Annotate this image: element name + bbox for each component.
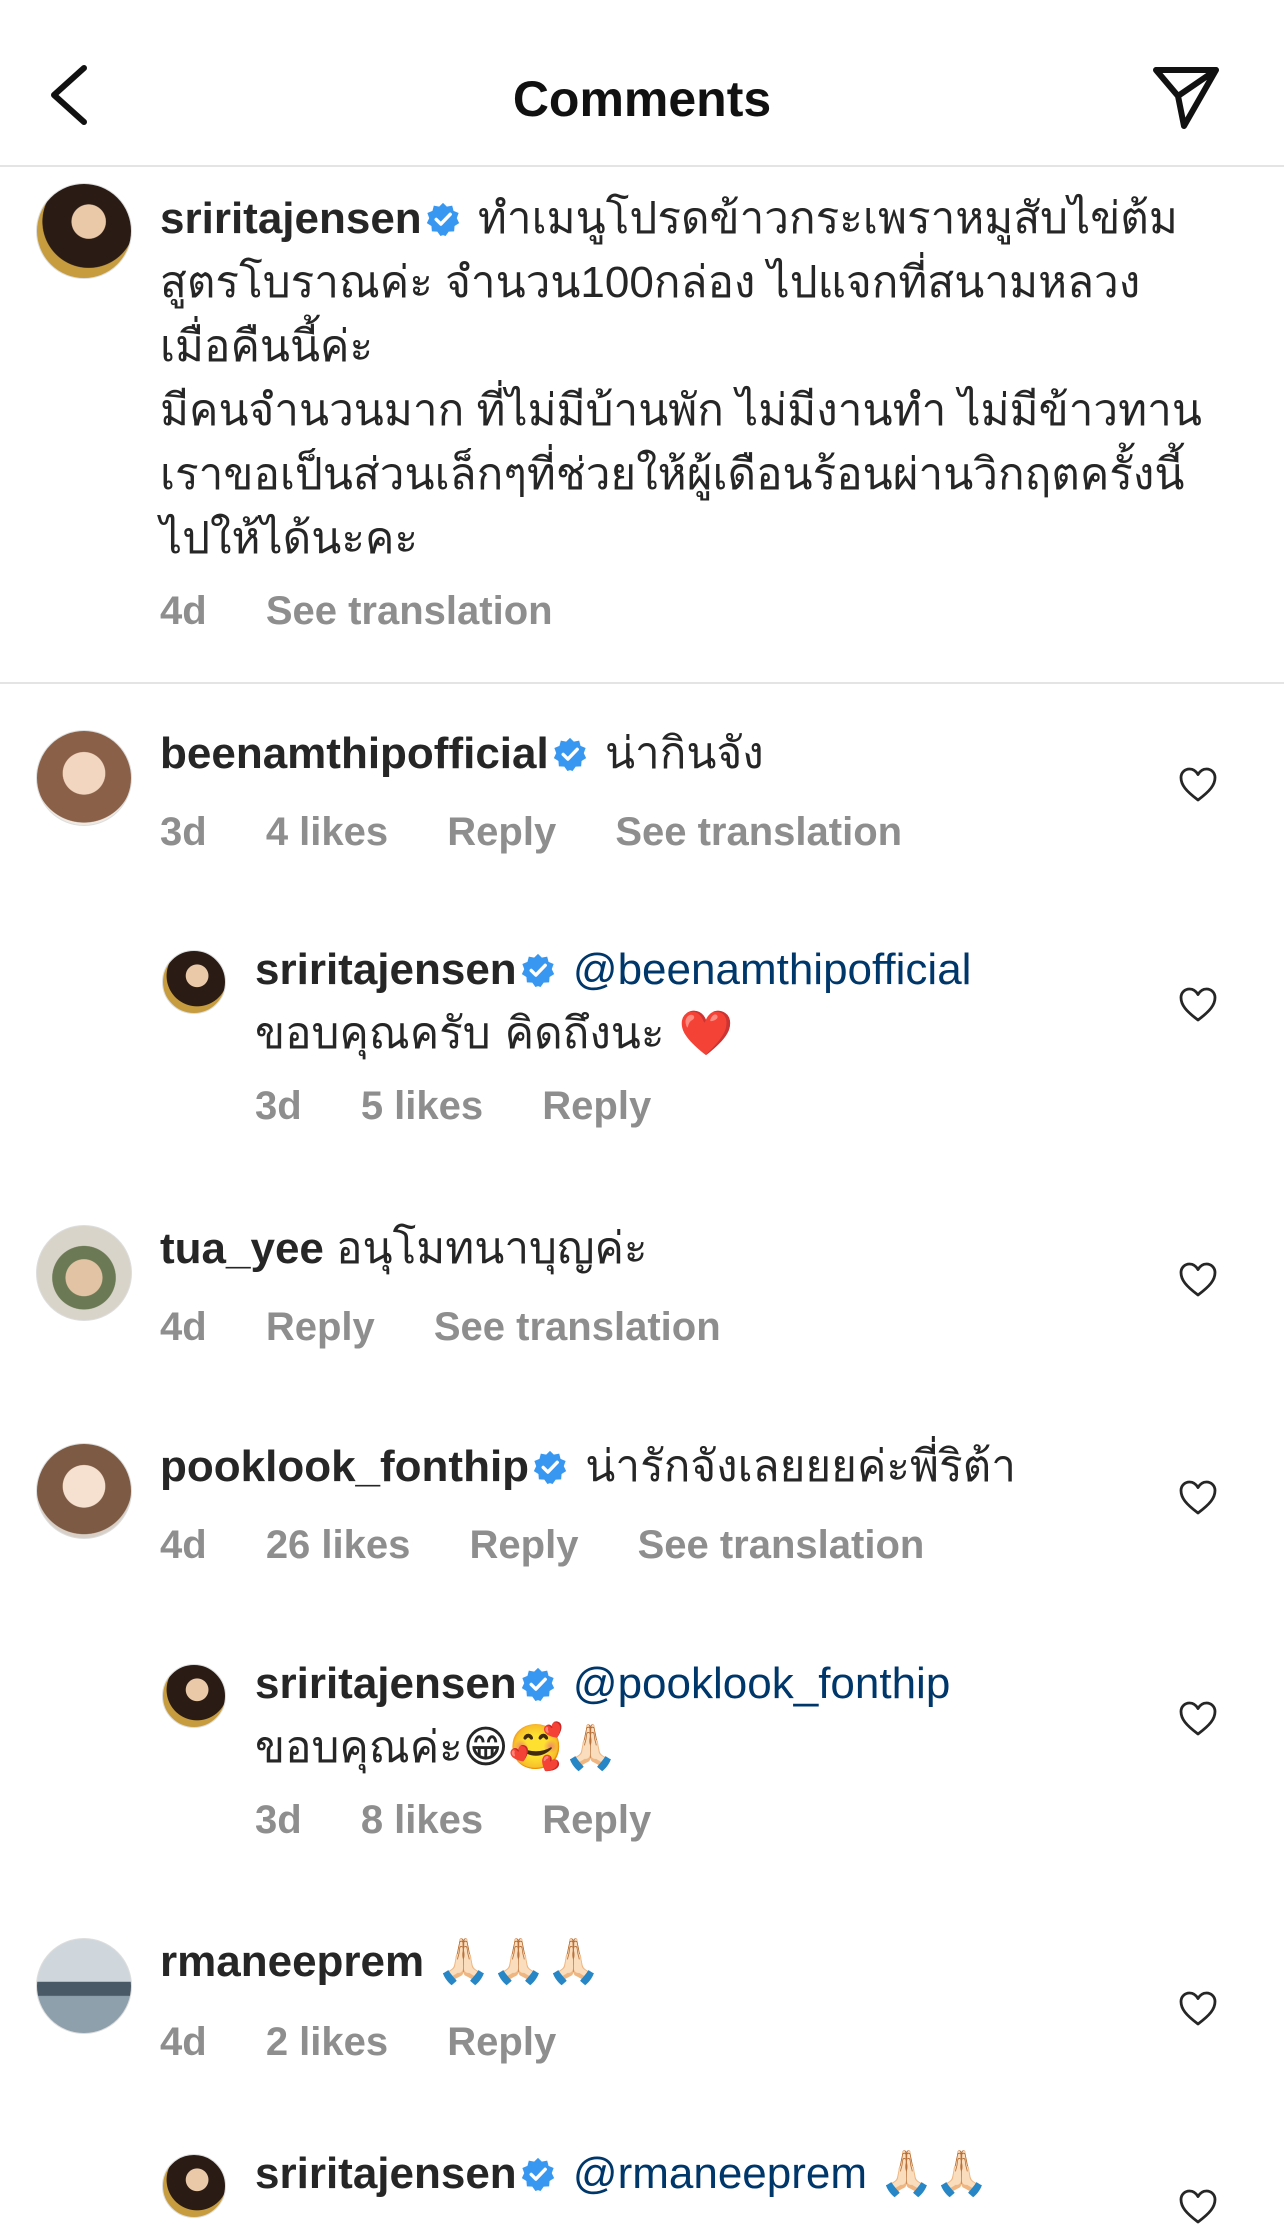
comment-username[interactable]: sriritajensen [255,945,517,994]
likes-count[interactable]: 4 likes [266,810,388,854]
comment-meta: 3d 4 likes Reply See translation [160,810,950,855]
comment-text: pooklook_fonthip น่ารักจังเลยยยค่ะพี่ริต… [160,1435,1180,1499]
post-caption: sriritajensen ทำเมนูโปรดข้าวกระเพราหมูสั… [0,169,1284,684]
see-translation-link[interactable]: See translation [615,810,902,854]
timestamp: 3d [255,1798,302,1842]
comment-text: sriritajensen @pooklook_fonthip ขอบคุณค่… [255,1652,1175,1780]
comment-meta: 3d 5 likes Reply [255,1084,699,1129]
reply-button[interactable]: Reply [266,1305,375,1349]
comment-username[interactable]: sriritajensen [255,2149,517,2198]
heart-outline-icon[interactable] [1178,766,1218,804]
caption-text-block: sriritajensen ทำเมนูโปรดข้าวกระเพราหมูสั… [160,187,1230,571]
comment-text: sriritajensen @rmaneeprem 🙏🏻🙏🏻 [255,2142,1175,2206]
comment-text: sriritajensen @beenamthipofficial ขอบคุณ… [255,938,1175,1066]
heart-outline-icon[interactable] [1178,986,1218,1024]
timestamp: 3d [255,1084,302,1128]
verified-badge-icon [553,737,587,771]
comment-message: ขอบคุณครับ คิดถึงนะ ❤️ [255,1008,734,1059]
likes-count[interactable]: 5 likes [361,1084,483,1128]
paper-plane-icon [1153,67,1219,129]
avatar[interactable] [162,2154,226,2218]
heart-outline-icon[interactable] [1178,1479,1218,1517]
likes-count[interactable]: 2 likes [266,2020,388,2064]
comment-text: tua_yee อนุโมทนาบุญค่ะ [160,1217,1180,1281]
heart-outline-icon[interactable] [1178,1261,1218,1299]
comment-text: rmaneeprem 🙏🏻🙏🏻🙏🏻 [160,1930,1180,1994]
caption-username[interactable]: sriritajensen [160,194,422,243]
reply-button[interactable]: Reply [447,2020,556,2064]
top-nav-bar: Comments [0,0,1284,167]
comment-message: น่ากินจัง [604,729,764,778]
timestamp: 4d [160,1305,207,1349]
verified-badge-icon [533,1450,567,1484]
comment-message: น่ารักจังเลยยยค่ะพี่ริต้า [585,1442,1016,1491]
likes-count[interactable]: 8 likes [361,1798,483,1842]
heart-outline-icon[interactable] [1178,2188,1218,2225]
verified-badge-icon [426,202,460,236]
comment-meta: 4d 2 likes Reply [160,2020,604,2065]
timestamp: 4d [160,589,207,633]
mention-link[interactable]: @rmaneeprem [573,2149,867,2198]
comment-username[interactable]: beenamthipofficial [160,729,549,778]
mention-link[interactable]: @pooklook_fonthip [573,1659,950,1708]
reply-button[interactable]: Reply [470,1523,579,1567]
comment-username[interactable]: rmaneeprem [160,1937,424,1986]
comment-meta: 4d 26 likes Reply See translation [160,1523,972,1568]
reply-button[interactable]: Reply [542,1798,651,1842]
caption-line: สูตรโบราณค่ะ จำนวน100กล่อง ไปแจกที่สนามห… [160,258,1141,307]
caption-line: มีคนจำนวนมาก ที่ไม่มีบ้านพัก ไม่มีงานทำ … [160,386,1202,435]
avatar[interactable] [162,950,226,1014]
comment-username[interactable]: sriritajensen [255,1659,517,1708]
avatar[interactable] [36,1443,132,1539]
verified-badge-icon [521,953,555,987]
verified-badge-icon [521,2157,555,2191]
verified-badge-icon [521,1667,555,1701]
avatar[interactable] [162,1664,226,1728]
avatar[interactable] [36,183,132,279]
avatar[interactable] [36,1225,132,1321]
mention-link[interactable]: @beenamthipofficial [573,945,972,994]
comment-meta: 4d Reply See translation [160,1305,769,1350]
comment-message: 🙏🏻🙏🏻🙏🏻 [436,1936,601,1987]
share-button[interactable] [1150,62,1222,132]
heart-outline-icon[interactable] [1178,1990,1218,2028]
see-translation-link[interactable]: See translation [638,1523,925,1567]
avatar[interactable] [36,1938,132,2034]
comment-username[interactable]: pooklook_fonthip [160,1442,529,1491]
heart-outline-icon[interactable] [1178,1700,1218,1738]
page-title: Comments [512,71,772,127]
reply-button[interactable]: Reply [542,1084,651,1128]
caption-meta: 4d See translation [160,589,601,634]
comment-username[interactable]: tua_yee [160,1224,324,1273]
comment-message: ขอบคุณค่ะ😁🥰🙏🏻 [255,1722,619,1773]
likes-count[interactable]: 26 likes [266,1523,411,1567]
reply-button[interactable]: Reply [447,810,556,854]
timestamp: 4d [160,1523,207,1567]
comments-screen: Comments sriritajensen ทำเมนูโปรดข้าวกระ… [0,0,1284,2225]
see-translation-link[interactable]: See translation [266,589,553,633]
comment-text: beenamthipofficial น่ากินจัง [160,722,1180,786]
timestamp: 3d [160,810,207,854]
caption-line: ทำเมนูโปรดข้าวกระเพราหมูสับไข่ต้ม [477,194,1178,243]
comment-message: อนุโมทนาบุญค่ะ [336,1224,648,1273]
see-translation-link[interactable]: See translation [434,1305,721,1349]
timestamp: 4d [160,2020,207,2064]
comment-message: 🙏🏻🙏🏻 [879,2148,989,2199]
caption-line: เราขอเป็นส่วนเล็กๆที่ช่วยให้ผู้เดือนร้อน… [160,450,1185,499]
caption-line: เมื่อคืนนี้ค่ะ [160,322,374,371]
comment-meta: 3d 8 likes Reply [255,1798,699,1843]
avatar[interactable] [36,730,132,826]
caption-line: ไปให้ได้นะคะ [160,514,419,563]
